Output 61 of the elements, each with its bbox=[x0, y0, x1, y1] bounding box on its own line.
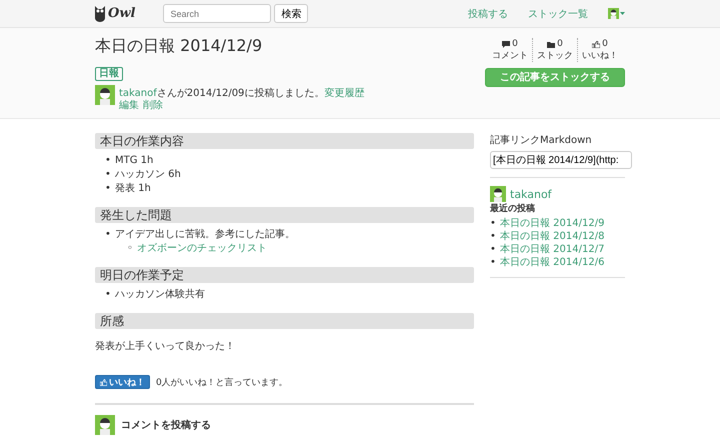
folder-icon bbox=[547, 40, 556, 48]
action-link[interactable]: 削除 bbox=[143, 100, 163, 112]
list-item-text: ハッカソン 6h bbox=[115, 169, 181, 180]
speech-bubble-icon bbox=[502, 40, 510, 48]
author-avatar-icon bbox=[95, 85, 115, 105]
user-avatar-icon bbox=[490, 186, 506, 202]
nav-link[interactable]: ストック一覧 bbox=[528, 6, 588, 20]
bullet-marker: • bbox=[105, 168, 112, 182]
recent-post-link[interactable]: 本日の日報 2014/12/8 bbox=[500, 231, 604, 242]
bullet-marker: ◦ bbox=[127, 242, 134, 256]
stat-count: 0 bbox=[602, 38, 608, 50]
like-count-text: 0人がいいね！と言っています。 bbox=[156, 376, 288, 388]
markdown-field[interactable]: [本日の日報 2014/12/9](http: bbox=[490, 151, 632, 169]
list-item-text: MTG 1h bbox=[115, 155, 154, 166]
logo-text[interactable]: Owl bbox=[108, 6, 136, 21]
list-item-text: 発表 1h bbox=[115, 183, 151, 194]
owl-icon bbox=[95, 6, 105, 22]
stat-label: ストック bbox=[537, 50, 573, 62]
bullet-marker: • bbox=[490, 217, 497, 230]
search-field[interactable]: Search bbox=[163, 4, 272, 23]
article-link[interactable]: オズボーンのチェックリスト bbox=[137, 243, 267, 254]
author-link[interactable]: takanof bbox=[119, 88, 157, 99]
posted-text: さんが2014/12/09に投稿しました。 bbox=[156, 88, 324, 99]
stat-label: いいね！ bbox=[582, 50, 618, 62]
bullet-marker: • bbox=[490, 243, 497, 256]
stat-count: 0 bbox=[557, 38, 563, 50]
paragraph: 発表が上手くいって良かった！ bbox=[95, 340, 236, 353]
section-heading: 明日の作業予定 bbox=[95, 267, 474, 283]
history-link[interactable]: 変更履歴 bbox=[324, 88, 364, 99]
stat-count: 0 bbox=[512, 38, 518, 50]
bullet-marker: • bbox=[105, 182, 112, 196]
nav-link[interactable]: 投稿する bbox=[468, 6, 508, 20]
user-menu-avatar-icon bbox=[608, 8, 619, 19]
recent-post-link[interactable]: 本日の日報 2014/12/7 bbox=[500, 244, 604, 255]
recent-posts-title: 最近の投稿 bbox=[490, 202, 536, 215]
section-heading: 所感 bbox=[95, 313, 474, 329]
recent-post-link[interactable]: 本日の日報 2014/12/9 bbox=[500, 218, 604, 229]
bullet-marker: • bbox=[105, 154, 112, 168]
section-heading: 発生した問題 bbox=[95, 207, 474, 223]
article-title: 本日の日報 2014/12/9 bbox=[95, 36, 264, 57]
caret-icon[interactable] bbox=[620, 12, 625, 15]
action-link[interactable]: 編集 bbox=[119, 100, 139, 112]
section-heading: 本日の作業内容 bbox=[95, 133, 474, 149]
list-item-text: ハッカソン体験共有 bbox=[115, 289, 205, 300]
bullet-marker: • bbox=[490, 256, 497, 269]
list-item-text: アイデア出しに苦戦。参考にした記事。 bbox=[115, 229, 295, 240]
stock-button[interactable]: この記事をストックする bbox=[485, 68, 625, 87]
thumbs-up-icon bbox=[100, 378, 107, 386]
thumbs-up-icon bbox=[592, 40, 600, 48]
commenter-avatar-icon bbox=[95, 415, 115, 435]
bullet-marker: • bbox=[105, 228, 112, 242]
bullet-marker: • bbox=[105, 288, 112, 302]
tag-label[interactable]: 日報 bbox=[95, 67, 123, 81]
recent-post-link[interactable]: 本日の日報 2014/12/6 bbox=[500, 257, 604, 268]
bullet-marker: • bbox=[490, 230, 497, 243]
stat-label: コメント bbox=[492, 50, 528, 62]
like-button[interactable]: いいね！ bbox=[95, 375, 150, 389]
user-link[interactable]: takanof bbox=[510, 188, 552, 200]
markdown-label: 記事リンクMarkdown bbox=[490, 134, 593, 147]
search-button[interactable]: 検索 bbox=[274, 4, 308, 23]
comment-title: コメントを投稿する bbox=[121, 418, 211, 432]
